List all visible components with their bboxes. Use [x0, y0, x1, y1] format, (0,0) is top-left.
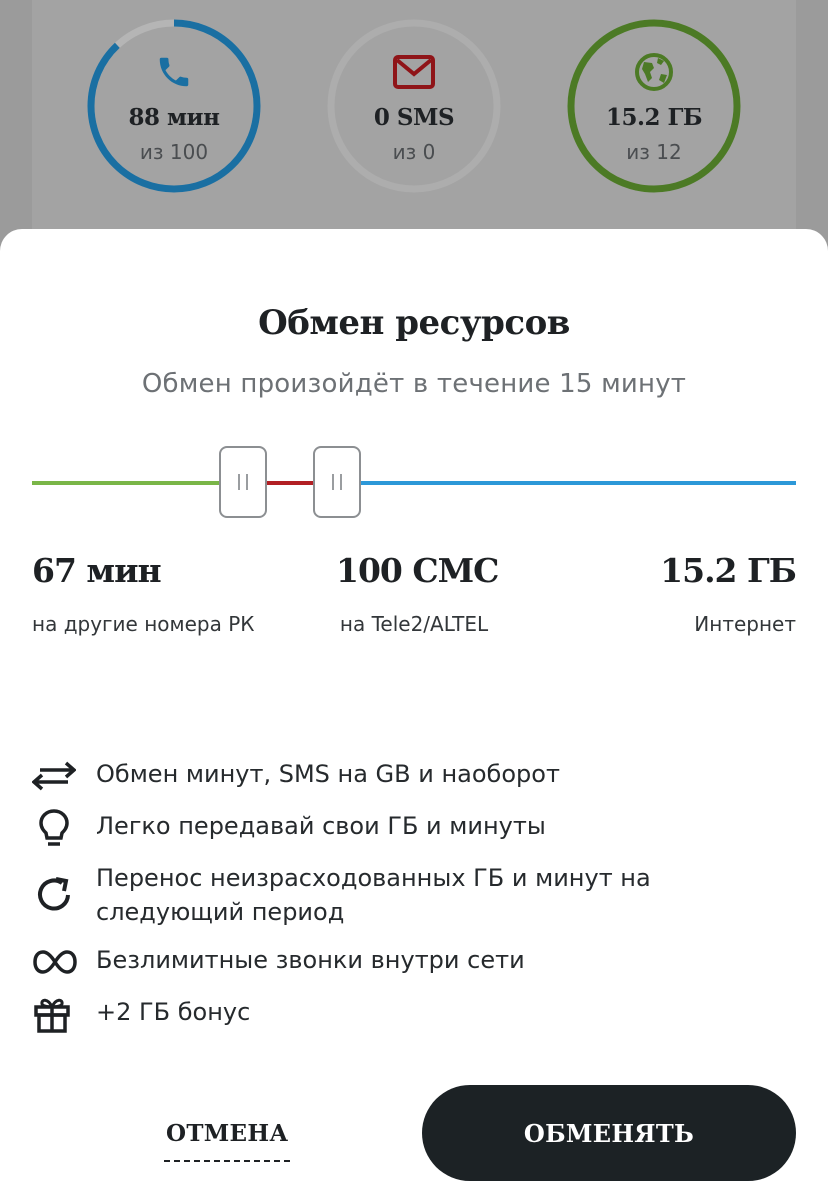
gift-icon: [32, 995, 80, 1033]
minutes-usage-ring: 88 мин из 100: [86, 18, 262, 194]
list-item: Безлимитные звонки внутри сети: [32, 943, 772, 981]
sms-label: на Tele2/ALTEL: [339, 612, 489, 636]
swap-arrows-icon: [32, 757, 80, 795]
envelope-icon: [326, 52, 502, 92]
resource-split-slider[interactable]: [32, 446, 796, 520]
sheet-title: Обмен ресурсов: [258, 303, 570, 343]
internet-resource: 15.2 ГБ Интернет: [660, 551, 797, 636]
internet-used: 15.2 ГБ: [605, 104, 703, 131]
internet-total: из 12: [626, 140, 682, 164]
feature-text: Легко передавай свои ГБ и минуты: [96, 812, 546, 840]
internet-amount: 15.2 ГБ: [660, 551, 797, 590]
minutes-track: [32, 481, 220, 485]
feature-text: Безлимитные звонки внутри сети: [96, 946, 525, 974]
sms-track: [266, 481, 314, 485]
feature-text: +2 ГБ бонус: [96, 998, 251, 1026]
exchange-button[interactable]: ОБМЕНЯТЬ: [422, 1085, 796, 1181]
infinity-icon: [32, 943, 80, 981]
feature-list: Обмен минут, SMS на GB и наоборот Легко …: [32, 757, 772, 1047]
minutes-total: из 100: [139, 140, 209, 164]
sms-resource: 100 СМС на Tele2/ALTEL: [336, 551, 499, 636]
list-item: Обмен минут, SMS на GB и наоборот: [32, 757, 772, 795]
list-item: +2 ГБ бонус: [32, 995, 772, 1033]
minutes-label: на другие номера РК: [32, 612, 255, 636]
feature-text: Перенос неизрасходованных ГБ и минут на …: [96, 864, 651, 926]
slider-handle-left[interactable]: [219, 446, 267, 518]
list-item: Легко передавай свои ГБ и минуты: [32, 809, 772, 847]
slider-handle-right[interactable]: [313, 446, 361, 518]
lightbulb-icon: [32, 809, 80, 847]
phone-icon: [86, 52, 262, 92]
sheet-subtitle: Обмен произойдёт в течение 15 минут: [141, 369, 687, 399]
sms-amount: 100 СМС: [336, 551, 499, 590]
internet-track: [360, 481, 796, 485]
list-item: Перенос неизрасходованных ГБ и минут на …: [32, 861, 772, 929]
sms-used: 0 SMS: [373, 104, 455, 131]
minutes-used: 88 мин: [128, 104, 220, 131]
refresh-icon: [32, 861, 80, 929]
internet-label: Интернет: [694, 612, 796, 636]
sms-total: из 0: [392, 140, 436, 164]
minutes-resource: 67 мин на другие номера РК: [32, 551, 255, 636]
sms-usage-ring: 0 SMS из 0: [326, 18, 502, 194]
internet-usage-ring: 15.2 ГБ из 12: [566, 18, 742, 194]
cancel-button[interactable]: ОТМЕНА: [164, 1114, 291, 1162]
minutes-amount: 67 мин: [32, 551, 162, 590]
globe-icon: [566, 52, 742, 92]
exchange-bottom-sheet: Обмен ресурсов Обмен произойдёт в течени…: [0, 229, 828, 1190]
feature-text: Обмен минут, SMS на GB и наоборот: [96, 760, 560, 788]
